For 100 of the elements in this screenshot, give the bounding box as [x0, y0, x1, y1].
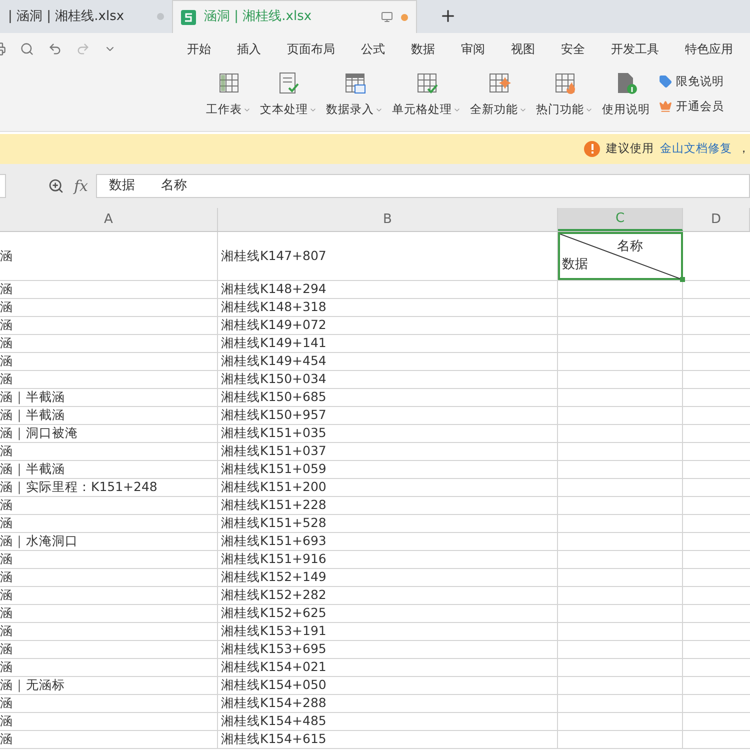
grid-icon — [216, 71, 240, 95]
table-cell: 湘桂线K149+454 — [218, 353, 558, 370]
table-cell: 涵｜实际里程：K151+248 — [0, 479, 218, 496]
fx-label: fx — [74, 176, 88, 197]
tab-label: 涵洞 | 湘桂线.xlsx — [204, 8, 312, 26]
table-cell: 湘桂线K152+149 — [218, 569, 558, 586]
menu-tab[interactable]: 开发工具 — [611, 40, 659, 58]
table-cell: 涵｜无涵标 — [0, 677, 218, 694]
tab-label: | 涵洞 | 湘桂线.xlsx — [8, 8, 124, 26]
table-cell: 湘桂线K154+021 — [218, 659, 558, 676]
warning-icon — [584, 141, 600, 157]
menu-tab[interactable]: 特色应用 — [685, 40, 733, 58]
table-cell: 湘桂线K152+625 — [218, 605, 558, 622]
table-cell: 涵 — [0, 569, 218, 586]
table-cell: 湘桂线K151+916 — [218, 551, 558, 568]
table-cell: 涵 — [0, 713, 218, 730]
print-preview-icon[interactable] — [20, 42, 34, 56]
diagonal-header-cell[interactable]: 名称 数据 — [558, 232, 683, 280]
ribbon-button[interactable]: 文本处理 — [259, 71, 318, 118]
ribbon-button[interactable]: 单元格处理 — [391, 71, 462, 118]
table-cell: 涵 — [0, 317, 218, 334]
ribbon-button[interactable]: 全新功能 — [469, 71, 528, 118]
menu-tab[interactable]: 视图 — [511, 40, 535, 58]
table-cell: 涵 — [0, 232, 218, 280]
zoom-icon[interactable] — [48, 178, 64, 194]
menu-tab[interactable]: 开始 — [187, 40, 211, 58]
table-cell: 涵 — [0, 659, 218, 676]
table-cell: 湘桂线K150+957 — [218, 407, 558, 424]
table-cell: 湘桂线K154+050 — [218, 677, 558, 694]
menu-tab[interactable]: 插入 — [237, 40, 261, 58]
monitor-icon[interactable] — [381, 11, 393, 23]
ribbon-button[interactable]: 工作表 — [205, 71, 252, 118]
side-link[interactable]: 限免说明 — [659, 73, 724, 90]
new-tab-icon[interactable] — [439, 7, 457, 25]
menu-tab[interactable]: 页面布局 — [287, 40, 335, 58]
table-cell: 涵 — [0, 443, 218, 460]
table-cell: 涵｜半截涵 — [0, 461, 218, 478]
formula-field[interactable]: 数据 名称 — [96, 174, 750, 198]
table-cell: 涵 — [0, 281, 218, 298]
table-cell: 涵 — [0, 623, 218, 640]
fill-handle[interactable] — [680, 277, 685, 282]
table-cell: 湘桂线K151+037 — [218, 443, 558, 460]
spreadsheet-icon — [181, 10, 196, 24]
cell-text: 数据 — [562, 258, 588, 271]
notice-text: 建议使用 — [606, 140, 654, 158]
crown-icon — [659, 100, 672, 114]
table-cell: 湘桂线K149+141 — [218, 335, 558, 352]
table-cell: 湘桂线K148+318 — [218, 299, 558, 316]
table-cell: 湘桂线K151+528 — [218, 515, 558, 532]
table-cell: 涵 — [0, 497, 218, 514]
grid-check-icon — [414, 71, 438, 95]
table-cell: 涵 — [0, 335, 218, 352]
table-cell: 湘桂线K153+695 — [218, 641, 558, 658]
grid-sparkle-icon — [486, 71, 510, 95]
ribbon-button[interactable]: 热门功能 — [535, 71, 594, 118]
document-check-icon — [276, 71, 300, 95]
cell-text: 名称 — [617, 240, 643, 253]
notice-punctuation: ， — [738, 140, 750, 158]
repair-link[interactable]: 金山文档修复 — [660, 140, 732, 158]
table-cell: 涵｜洞口被淹 — [0, 425, 218, 442]
table-cell: 湘桂线K151+693 — [218, 533, 558, 550]
undo-icon[interactable] — [48, 42, 62, 56]
table-cell: 湘桂线K153+191 — [218, 623, 558, 640]
table-cell: 湘桂线K154+615 — [218, 731, 558, 748]
menu-tab[interactable]: 安全 — [561, 40, 585, 58]
menu-tab[interactable]: 公式 — [361, 40, 385, 58]
table-cell: 涵 — [0, 371, 218, 388]
menu-tab[interactable]: 审阅 — [461, 40, 485, 58]
column-header[interactable]: A — [0, 208, 218, 231]
table-cell: 涵 — [0, 641, 218, 658]
table-cell: 湘桂线K151+228 — [218, 497, 558, 514]
table-cell: 涵 — [0, 299, 218, 316]
column-header[interactable]: D — [683, 208, 750, 231]
table-cell: 涵 — [0, 695, 218, 712]
side-link[interactable]: 开通会员 — [659, 98, 724, 116]
ribbon-button[interactable]: 数据录入 — [325, 71, 384, 118]
table-cell: 涵 — [0, 353, 218, 370]
table-cell: 涵 — [0, 605, 218, 622]
ribbon-button[interactable]: 使用说明 — [601, 71, 651, 118]
table-cell: 涵｜半截涵 — [0, 407, 218, 424]
table-cell: 湘桂线K154+288 — [218, 695, 558, 712]
menu-tab[interactable]: 数据 — [411, 40, 435, 58]
grid-flame-icon — [552, 71, 576, 95]
table-cell: 湘桂线K149+072 — [218, 317, 558, 334]
table-cell: 湘桂线K152+282 — [218, 587, 558, 604]
table-cell: 湘桂线K150+034 — [218, 371, 558, 388]
table-cell: 涵 — [0, 587, 218, 604]
table-cell: 湘桂线K151+200 — [218, 479, 558, 496]
table-cell: 湘桂线K150+685 — [218, 389, 558, 406]
table-cell: 涵｜半截涵 — [0, 389, 218, 406]
calendar-grid-icon — [342, 71, 366, 95]
table-cell: 湘桂线K148+294 — [218, 281, 558, 298]
table-cell: 湘桂线K151+035 — [218, 425, 558, 442]
table-cell: 湘桂线K151+059 — [218, 461, 558, 478]
table-cell: 湘桂线K154+485 — [218, 713, 558, 730]
tag-icon — [659, 75, 672, 88]
table-cell: 涵 — [0, 515, 218, 532]
table-cell: 涵 — [0, 731, 218, 748]
table-cell: 涵｜水淹洞口 — [0, 533, 218, 550]
table-cell: 涵 — [0, 551, 218, 568]
